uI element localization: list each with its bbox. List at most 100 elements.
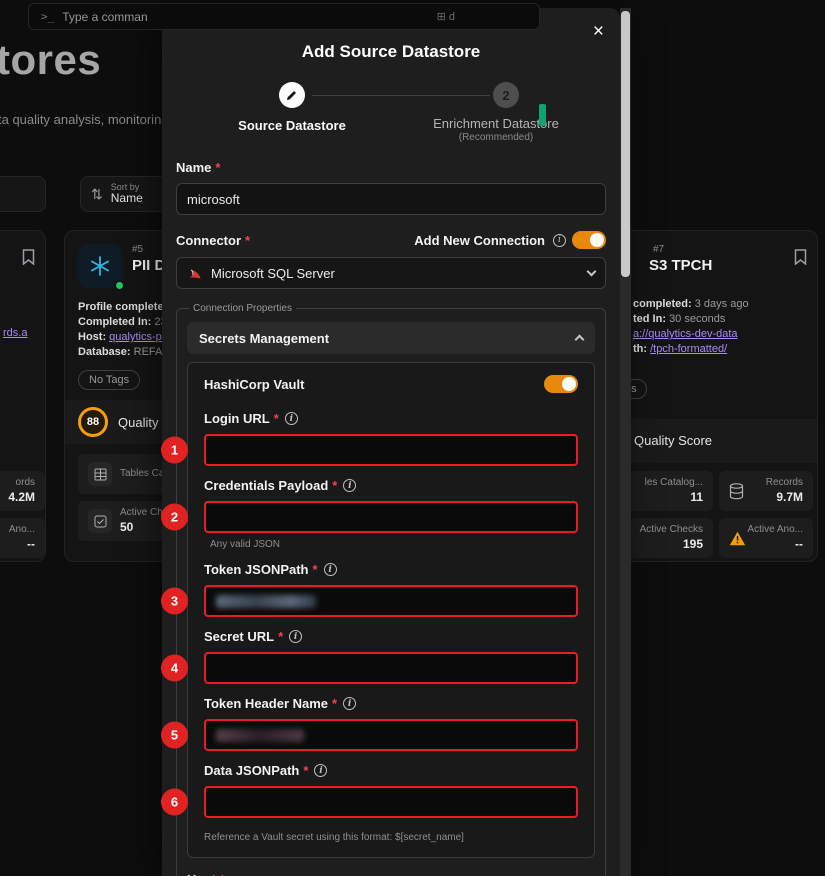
- modal-scrollbar-thumb[interactable]: [621, 11, 630, 277]
- token-jsonpath-label: Token JSONPath: [204, 562, 309, 577]
- no-tags-chip: No Tags: [78, 370, 140, 390]
- stepper-connector-line: [312, 95, 490, 96]
- annotation-badge-1: 1: [161, 437, 188, 464]
- quality-score-label: Quality Score: [634, 433, 712, 448]
- required-asterisk: *: [245, 233, 250, 248]
- required-asterisk: *: [332, 478, 337, 493]
- add-new-connection-toggle[interactable]: [572, 231, 606, 249]
- snowflake-icon: [78, 244, 122, 288]
- data-jsonpath-input[interactable]: [204, 786, 578, 818]
- meta-label: Database:: [78, 346, 131, 358]
- database-icon: [729, 483, 744, 500]
- stat-value: --: [795, 537, 803, 552]
- meta-label: ted In:: [633, 313, 666, 325]
- sort-value: Name: [111, 192, 143, 206]
- connector-select[interactable]: Microsoft SQL Server: [176, 257, 606, 289]
- path-link[interactable]: /tpch-formatted/: [650, 343, 727, 355]
- command-input[interactable]: Type a comman: [62, 10, 147, 24]
- info-icon[interactable]: i: [343, 479, 356, 492]
- name-input[interactable]: [176, 183, 606, 215]
- filter-control-partial[interactable]: [0, 176, 46, 212]
- bucket-link[interactable]: a://qualytics-dev-data: [633, 328, 738, 340]
- annotation-badge-5: 5: [161, 722, 188, 749]
- connector-row: Connector * Add New Connection i: [176, 231, 606, 249]
- secret-url-field: Secret URL * i 4: [204, 629, 578, 684]
- required-asterisk: *: [303, 763, 308, 778]
- secrets-management-title: Secrets Management: [199, 331, 329, 346]
- bookmark-icon[interactable]: [22, 249, 35, 265]
- quality-score-badge: 88: [78, 407, 108, 437]
- meta-label: Host:: [78, 331, 106, 343]
- anomalies-stat: Ano... --: [0, 518, 45, 558]
- stat-label: Ano...: [9, 524, 35, 537]
- datastore-card-partial-left[interactable]: rds.a ords 4.2M Ano... --: [0, 230, 46, 562]
- meta-label: Completed In:: [78, 316, 151, 328]
- name-label: Name: [176, 160, 211, 175]
- credentials-payload-input[interactable]: [204, 501, 578, 533]
- meta-line: completed: 3 days ago: [633, 297, 813, 312]
- secret-url-input[interactable]: [204, 652, 578, 684]
- annotation-badge-4: 4: [161, 655, 188, 682]
- info-icon[interactable]: i: [553, 234, 566, 247]
- vault-toggle-row: HashiCorp Vault: [204, 375, 578, 393]
- info-icon[interactable]: i: [285, 412, 298, 425]
- page-title: tores: [0, 36, 101, 84]
- required-asterisk: *: [313, 562, 318, 577]
- host-field-label: Host *: [187, 872, 595, 876]
- annotation-badge-6: 6: [161, 789, 188, 816]
- keyboard-shortcut-hint: ⊞ d: [437, 10, 455, 23]
- step-2-sublabel: (Recommended): [416, 132, 576, 143]
- step-2-label: Enrichment Datastore (Recommended): [416, 116, 576, 143]
- status-dot: [114, 280, 125, 291]
- step-1-label: Source Datastore: [212, 118, 372, 133]
- login-url-field: Login URL * i 1: [204, 411, 578, 466]
- meta-line: ted In: 30 seconds: [633, 312, 813, 327]
- required-asterisk: *: [220, 872, 225, 876]
- credentials-payload-label: Credentials Payload: [204, 478, 328, 493]
- close-icon[interactable]: ×: [593, 22, 604, 41]
- secrets-management-header[interactable]: Secrets Management: [187, 322, 595, 354]
- host-link[interactable]: qualytics-pi: [109, 331, 164, 343]
- sort-icon: ⇅: [91, 186, 103, 203]
- step-1-indicator[interactable]: [279, 82, 305, 108]
- info-icon[interactable]: i: [324, 563, 337, 576]
- annotation-badge-3: 3: [161, 588, 188, 615]
- token-jsonpath-input[interactable]: [204, 585, 578, 617]
- terminal-prompt-icon: >_: [41, 10, 54, 23]
- required-asterisk: *: [278, 629, 283, 644]
- meta-value: 3 days ago: [695, 298, 749, 310]
- login-url-label: Login URL: [204, 411, 270, 426]
- credentials-payload-field: Credentials Payload * i 2 Any valid JSON: [204, 478, 578, 550]
- chevron-up-icon: [575, 335, 585, 345]
- credentials-payload-helper: Any valid JSON: [210, 539, 578, 550]
- connector-value: Microsoft SQL Server: [211, 266, 335, 281]
- stat-label: Records: [766, 477, 803, 490]
- add-new-connection-control: Add New Connection i: [414, 231, 606, 249]
- hashicorp-vault-toggle[interactable]: [544, 375, 578, 393]
- required-asterisk: *: [274, 411, 279, 426]
- host-label: Host: [187, 872, 216, 876]
- stat-label: ords: [16, 477, 35, 490]
- info-icon[interactable]: i: [289, 630, 302, 643]
- active-anomalies-stat: Active Ano... --: [719, 518, 813, 558]
- login-url-input[interactable]: [204, 434, 578, 466]
- step-2-indicator[interactable]: 2: [493, 82, 519, 108]
- records-stat: ords 4.2M: [0, 471, 45, 511]
- warning-icon: [729, 531, 746, 546]
- card-rank: #7: [653, 244, 664, 255]
- meta-value: 30 seconds: [669, 313, 725, 325]
- modal-scrollbar-track[interactable]: [620, 8, 631, 876]
- add-source-datastore-modal: × Add Source Datastore 2 Source Datastor…: [162, 8, 620, 876]
- info-icon[interactable]: i: [343, 697, 356, 710]
- page-subtitle: ta quality analysis, monitoring, a: [0, 112, 183, 127]
- bookmark-icon[interactable]: [794, 249, 807, 265]
- check-square-icon: [88, 509, 112, 533]
- info-icon[interactable]: i: [314, 764, 327, 777]
- token-header-name-input[interactable]: [204, 719, 578, 751]
- stat-label: Active Checks: [640, 524, 703, 537]
- data-jsonpath-field: Data JSONPath * i 6: [204, 763, 578, 818]
- command-palette-bar[interactable]: >_ Type a comman ⊞ d: [28, 3, 540, 30]
- host-link-fragment[interactable]: rds.a: [3, 327, 27, 339]
- vault-footer-note: Reference a Vault secret using this form…: [204, 832, 578, 843]
- required-asterisk: *: [332, 696, 337, 711]
